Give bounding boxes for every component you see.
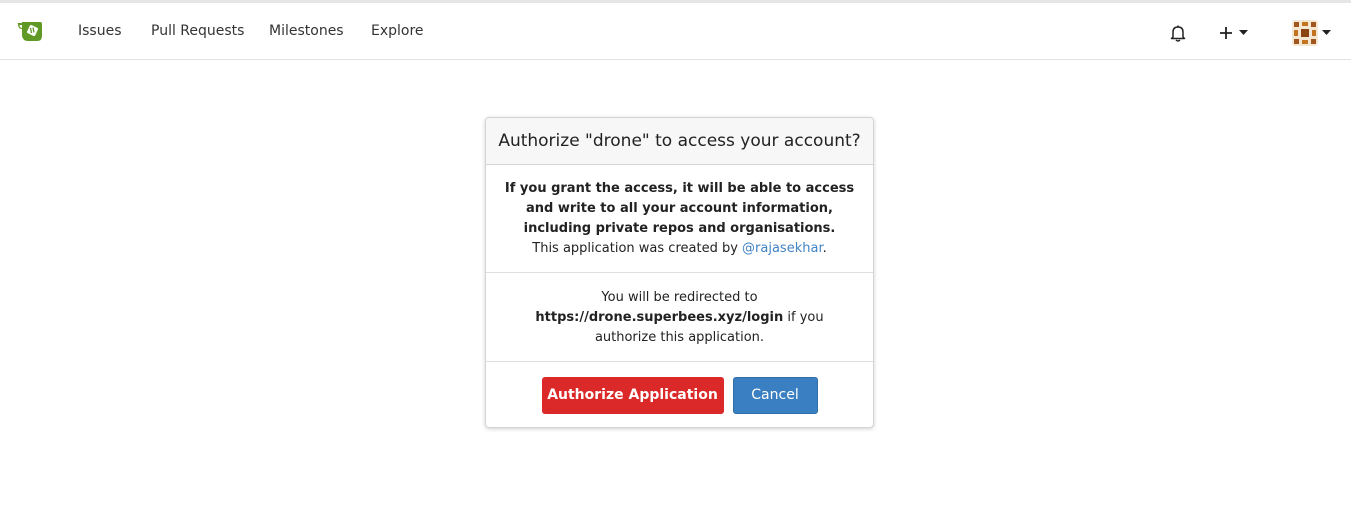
dialog-title: Authorize "drone" to access your account… [486,118,873,165]
dialog-actions: Authorize Application Cancel [486,362,873,427]
avatar [1292,20,1318,46]
caret-down-icon [1239,30,1248,35]
redirect-prefix: You will be redirected to [601,290,758,305]
grant-warning: If you grant the access, it will be able… [504,181,855,236]
nav-issues[interactable]: Issues [78,3,122,59]
redirect-info-section: You will be redirected to https://drone.… [486,273,873,362]
redirect-line: https://drone.superbees.xyz/login if you… [486,308,873,348]
nav-pull-requests[interactable]: Pull Requests [151,3,244,59]
navbar: Issues Pull Requests Milestones Explore [0,3,1351,60]
redirect-url: https://drone.superbees.xyz/login [535,310,784,325]
creator-suffix: . [822,241,827,256]
plus-icon [1220,27,1232,39]
user-menu[interactable] [1292,19,1331,47]
cancel-button[interactable]: Cancel [732,376,818,414]
grant-info-section: If you grant the access, it will be able… [486,165,873,273]
creator-link[interactable]: @rajasekhar [742,241,823,256]
creator-prefix: This application was created by [532,241,743,256]
authorize-application-button[interactable]: Authorize Application [541,376,724,414]
nav-explore[interactable]: Explore [371,3,424,59]
caret-down-icon [1322,30,1331,35]
nav-milestones[interactable]: Milestones [269,3,344,59]
gitea-logo-icon[interactable] [16,17,48,45]
bell-icon[interactable] [1168,23,1188,43]
create-new-menu[interactable] [1219,21,1248,45]
authorize-dialog: Authorize "drone" to access your account… [485,117,874,428]
creator-line: This application was created by @rajasek… [486,239,873,259]
